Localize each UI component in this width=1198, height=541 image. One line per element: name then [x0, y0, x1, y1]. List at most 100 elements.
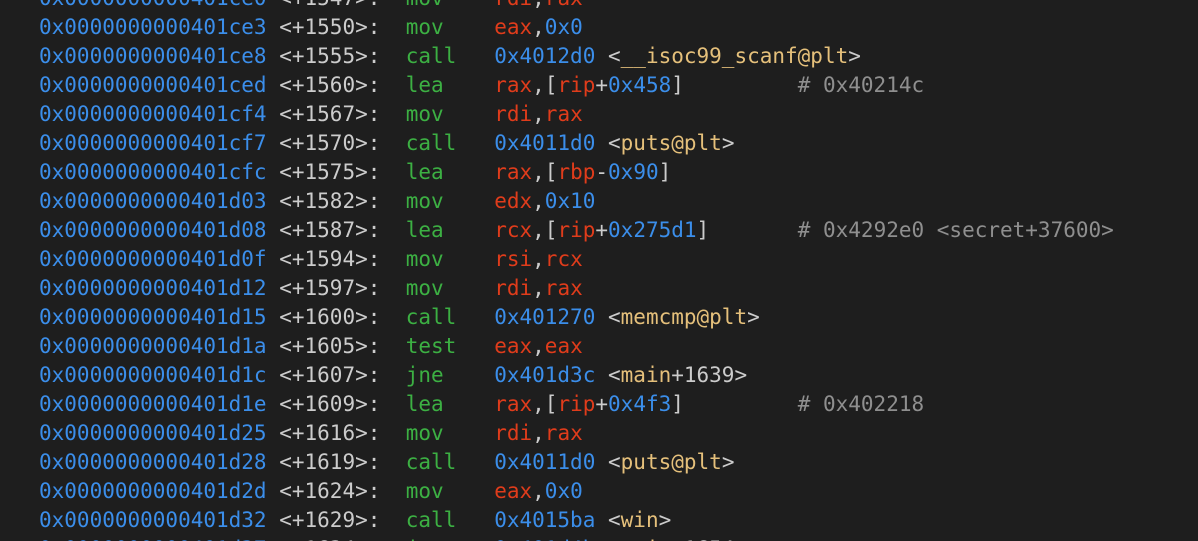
instruction-offset: <+1567>:: [279, 102, 381, 126]
instruction-opcode: mov: [405, 421, 444, 445]
operand-punctuation: ,[: [532, 218, 558, 242]
disassembly-line: 0x0000000000401d03 <+1582>: mov edx,0x10: [39, 187, 1114, 216]
disassembly-line: 0x0000000000401d37 <+1634>: jmp 0x401d4b…: [39, 535, 1114, 541]
disassembly-line: 0x0000000000401d1a <+1605>: test eax,eax: [39, 332, 1114, 361]
register-operand: rdi: [494, 0, 532, 10]
operand-punctuation: >: [658, 508, 672, 532]
immediate-operand: 0x4011d0: [494, 131, 596, 155]
instruction-offset: <+1619>:: [279, 450, 381, 474]
instruction-comment: # 0x4292e0 <secret+37600>: [797, 218, 1114, 242]
register-operand: rdi: [494, 276, 533, 300]
instruction-opcode: jmp: [406, 537, 444, 541]
instruction-offset: <+1587>:: [279, 218, 381, 242]
register-operand: rax: [544, 102, 583, 126]
register-operand: rip: [557, 218, 596, 242]
operand-punctuation: <: [595, 363, 621, 387]
operand-punctuation: <: [595, 44, 621, 68]
instruction-offset: <+1570>:: [279, 131, 381, 155]
disassembly-line: 0x0000000000401d0f <+1594>: mov rsi,rcx: [39, 245, 1114, 274]
instruction-comment: # 0x402218: [797, 392, 925, 416]
instruction-opcode: call: [405, 305, 457, 329]
register-operand: rax: [494, 73, 533, 97]
instruction-address: 0x0000000000401ce3: [39, 15, 267, 39]
instruction-opcode: mov: [405, 102, 444, 126]
symbol-operand: __isoc99_scanf@plt: [620, 44, 849, 68]
instruction-opcode: mov: [405, 479, 444, 503]
instruction-address: 0x0000000000401d12: [39, 276, 267, 300]
immediate-operand: 0x10: [544, 189, 596, 213]
disassembly-line: 0x0000000000401d12 <+1597>: mov rdi,rax: [39, 274, 1114, 303]
symbol-operand: main: [621, 537, 672, 541]
register-operand: rax: [545, 0, 583, 10]
operand-punctuation: >: [848, 44, 861, 68]
instruction-opcode: lea: [405, 392, 444, 416]
disassembly-line: 0x0000000000401ce8 <+1555>: call 0x4012d…: [39, 42, 1114, 71]
instruction-address: 0x0000000000401d08: [39, 218, 267, 242]
disassembly-listing: 0x0000000000401ce0 <+1547>: mov rdi,rax0…: [39, 0, 1114, 541]
operand-punctuation: <: [595, 450, 621, 474]
operand-punctuation: ,: [532, 276, 545, 300]
register-operand: rdi: [494, 102, 533, 126]
register-operand: rcx: [544, 247, 583, 271]
operand-punctuation: ,[: [532, 73, 558, 97]
instruction-offset: <+1609>:: [279, 392, 381, 416]
operand-punctuation: ,: [532, 0, 545, 10]
operand-punctuation: ,: [532, 421, 545, 445]
instruction-address: 0x0000000000401d28: [39, 450, 267, 474]
operand-punctuation: <: [595, 131, 621, 155]
instruction-address: 0x0000000000401cf4: [39, 102, 267, 126]
operand-punctuation: ]: [671, 73, 684, 97]
operand-punctuation: <: [595, 537, 621, 541]
instruction-address: 0x0000000000401ced: [39, 73, 267, 97]
operand-punctuation: ,: [532, 479, 545, 503]
operand-punctuation: ,[: [532, 392, 558, 416]
instruction-offset: <+1555>:: [279, 44, 381, 68]
operand-punctuation: ]: [671, 392, 684, 416]
disassembly-line: 0x0000000000401d2d <+1624>: mov eax,0x0: [39, 477, 1114, 506]
instruction-address: 0x0000000000401d15: [39, 305, 267, 329]
operand-punctuation: <: [595, 508, 621, 532]
instruction-offset: <+1629>:: [279, 508, 381, 532]
instruction-opcode: mov: [405, 276, 444, 300]
operand-punctuation: +: [595, 218, 609, 242]
symbol-operand: puts@plt: [620, 450, 722, 474]
instruction-offset: <+1597>:: [279, 276, 381, 300]
instruction-opcode: call: [405, 508, 457, 532]
operand-punctuation: +1654>: [671, 537, 747, 541]
register-operand: rax: [494, 392, 533, 416]
operand-punctuation: ,: [532, 189, 545, 213]
operand-punctuation: ]: [658, 160, 672, 184]
symbol-operand: main: [620, 363, 672, 387]
immediate-operand: 0x4011d0: [494, 450, 596, 474]
instruction-offset: <+1582>:: [279, 189, 381, 213]
disassembly-line: 0x0000000000401d25 <+1616>: mov rdi,rax: [39, 419, 1114, 448]
instruction-offset: <+1624>:: [279, 479, 381, 503]
instruction-address: 0x0000000000401d1a: [39, 334, 267, 358]
operand-punctuation: +: [595, 73, 609, 97]
operand-punctuation: ,: [532, 15, 545, 39]
disassembly-line: 0x0000000000401d1e <+1609>: lea rax,[rip…: [39, 390, 1114, 419]
instruction-address: 0x0000000000401d1c: [39, 363, 267, 387]
register-operand: edx: [494, 189, 533, 213]
instruction-opcode: jne: [405, 363, 444, 387]
operand-punctuation: +1639>: [671, 363, 748, 387]
instruction-address: 0x0000000000401d32: [39, 508, 267, 532]
register-operand: rbp: [557, 160, 596, 184]
register-operand: eax: [494, 479, 533, 503]
operand-punctuation: ,: [532, 334, 545, 358]
instruction-offset: <+1560>:: [279, 73, 381, 97]
instruction-offset: <+1634>:: [279, 537, 380, 541]
register-operand: eax: [494, 334, 533, 358]
disassembly-line: 0x0000000000401ced <+1560>: lea rax,[rip…: [39, 71, 1114, 100]
immediate-operand: 0x401270: [494, 305, 596, 329]
instruction-opcode: mov: [406, 0, 444, 10]
operand-punctuation: ,[: [532, 160, 558, 184]
immediate-operand: 0x4f3: [608, 392, 672, 416]
instruction-address: 0x0000000000401cf7: [39, 131, 267, 155]
operand-punctuation: -: [595, 160, 609, 184]
instruction-address: 0x0000000000401d1e: [39, 392, 267, 416]
immediate-operand: 0x0: [544, 15, 583, 39]
instruction-address: 0x0000000000401ce8: [39, 44, 267, 68]
instruction-opcode: lea: [405, 160, 444, 184]
operand-punctuation: ,: [532, 102, 545, 126]
